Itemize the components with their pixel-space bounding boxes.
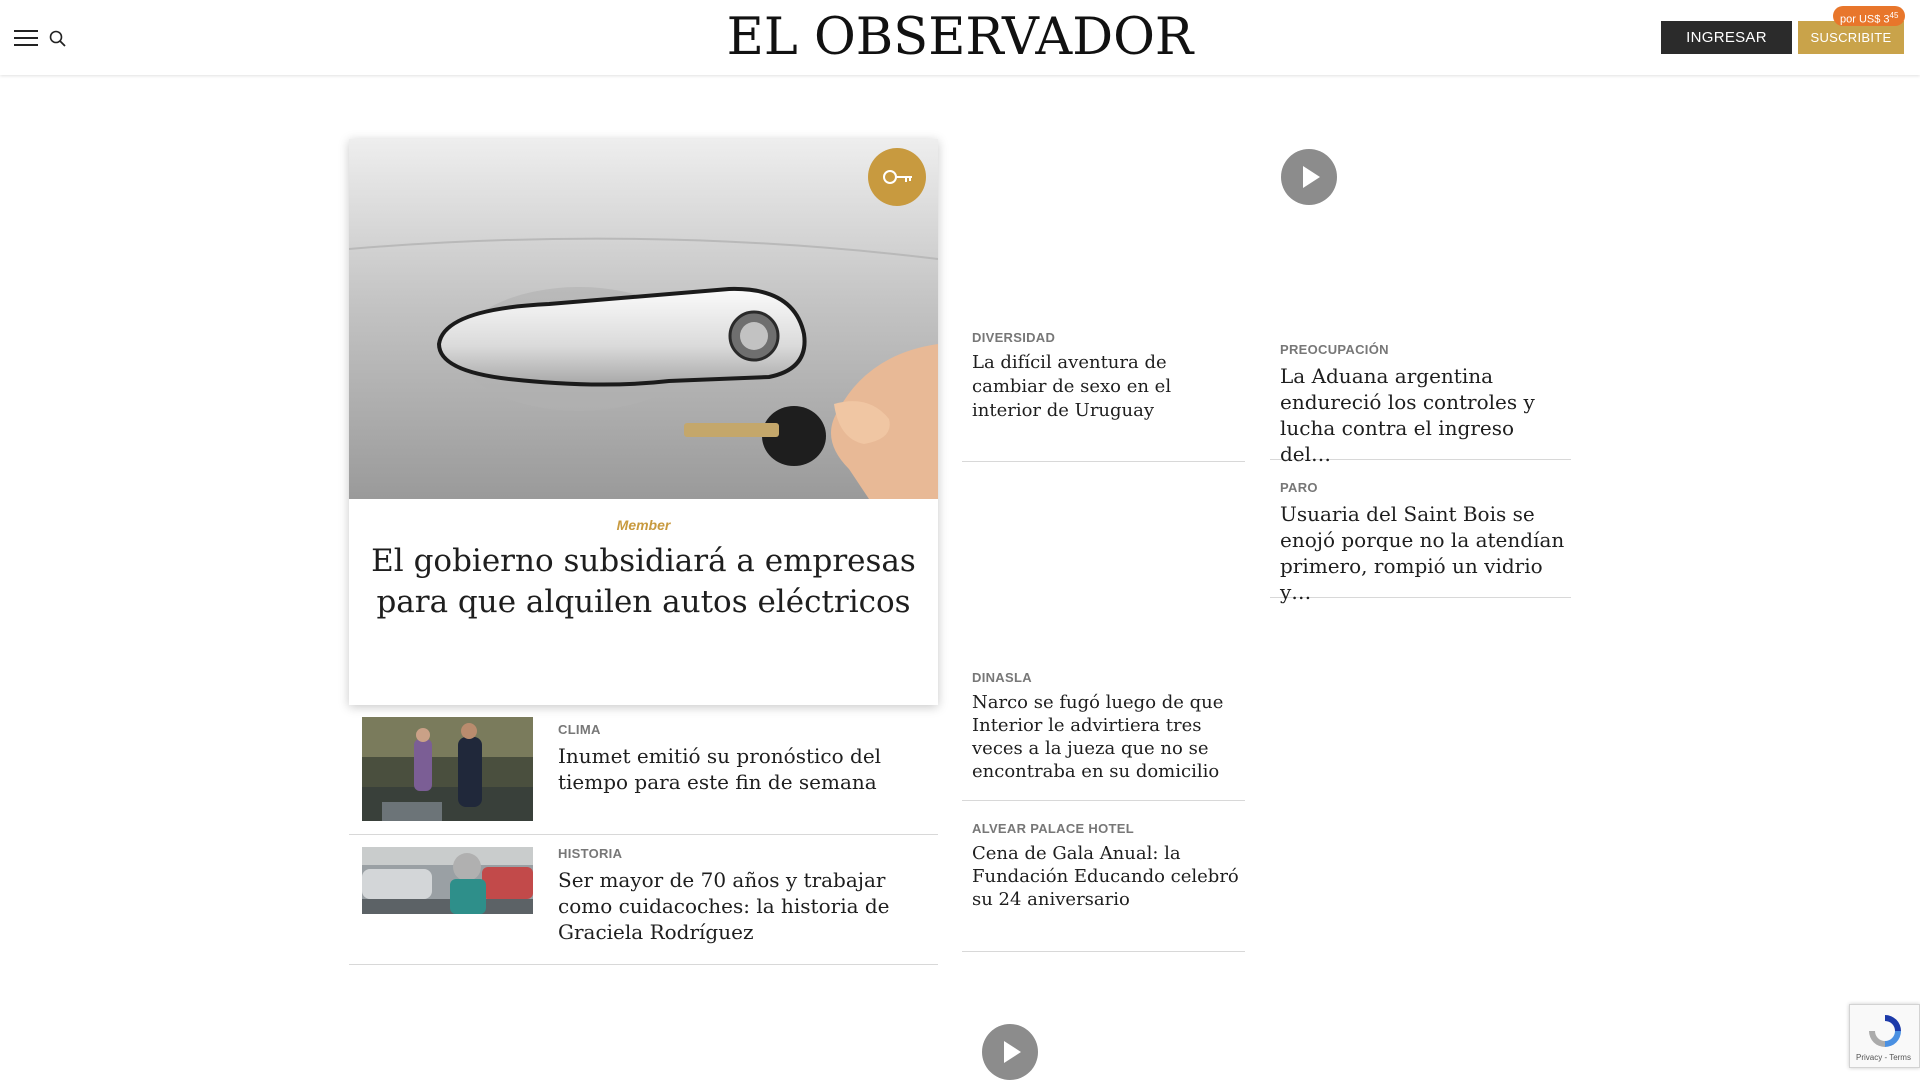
car-door-handle-image [349, 139, 938, 499]
video-play-icon[interactable] [1281, 149, 1337, 205]
list-item[interactable]: DIVERSIDAD La difícil aventura de cambia… [962, 320, 1245, 462]
story-headline[interactable]: Usuaria del Saint Bois se enojó porque n… [1280, 501, 1565, 605]
story-category: PARO [1280, 480, 1318, 495]
story-thumbnail[interactable] [362, 847, 533, 914]
elderly-woman-image [362, 847, 533, 914]
story-category: DINASLA [972, 670, 1032, 685]
member-label: Member [616, 517, 671, 533]
story-headline[interactable]: Ser mayor de 70 años y trabajar como cui… [558, 867, 928, 945]
list-item[interactable]: PREOCUPACIÓN La Aduana argentina endurec… [1270, 332, 1571, 466]
search-icon[interactable] [48, 29, 68, 49]
story-thumbnail[interactable] [362, 717, 533, 821]
key-icon [868, 148, 926, 206]
story-headline[interactable]: Cena de Gala Anual: la Fundación Educand… [972, 842, 1240, 911]
list-item[interactable]: CLIMA Inumet emitió su pronóstico del ti… [349, 705, 938, 835]
price-badge: por US$ 345 [1833, 6, 1906, 26]
featured-article[interactable]: Member El gobierno subsidiará a empresas… [349, 139, 938, 705]
recaptcha-icon [1869, 1015, 1901, 1047]
story-headline[interactable]: Narco se fugó luego de que Interior le a… [972, 691, 1240, 783]
story-headline[interactable]: La Aduana argentina endureció los contro… [1280, 363, 1565, 467]
story-category: CLIMA [558, 722, 601, 737]
featured-headline[interactable]: El gobierno subsidiará a empresas para q… [369, 541, 918, 623]
list-item[interactable]: ALVEAR PALACE HOTEL Cena de Gala Anual: … [962, 811, 1245, 952]
story-category: HISTORIA [558, 846, 623, 861]
price-badge-cents: 45 [1889, 11, 1899, 20]
story-category: ALVEAR PALACE HOTEL [972, 821, 1134, 836]
site-header: EL OBSERVADOR INGRESAR SUSCRIBITE por US… [0, 0, 1920, 75]
recaptcha-links[interactable]: Privacy - Terms [1856, 1053, 1911, 1062]
site-logo[interactable]: EL OBSERVADOR [700, 10, 1220, 66]
story-headline[interactable]: Inumet emitió su pronóstico del tiempo p… [558, 743, 928, 795]
login-button[interactable]: INGRESAR [1661, 21, 1792, 54]
menu-icon[interactable] [14, 30, 40, 48]
list-item[interactable]: DINASLA Narco se fugó luego de que Inter… [962, 660, 1245, 801]
price-badge-text: por US$ 3 [1840, 13, 1890, 26]
people-street-image [362, 717, 533, 821]
story-headline[interactable]: La difícil aventura de cambiar de sexo e… [972, 351, 1240, 423]
video-play-icon[interactable] [982, 1024, 1038, 1080]
featured-image[interactable] [349, 139, 938, 499]
story-category: DIVERSIDAD [972, 330, 1056, 345]
list-item[interactable]: HISTORIA Ser mayor de 70 años y trabajar… [349, 835, 938, 965]
list-item[interactable]: PARO Usuaria del Saint Bois se enojó por… [1270, 470, 1571, 604]
story-category: PREOCUPACIÓN [1280, 342, 1389, 357]
recaptcha-badge[interactable]: Privacy - Terms [1849, 1004, 1920, 1068]
